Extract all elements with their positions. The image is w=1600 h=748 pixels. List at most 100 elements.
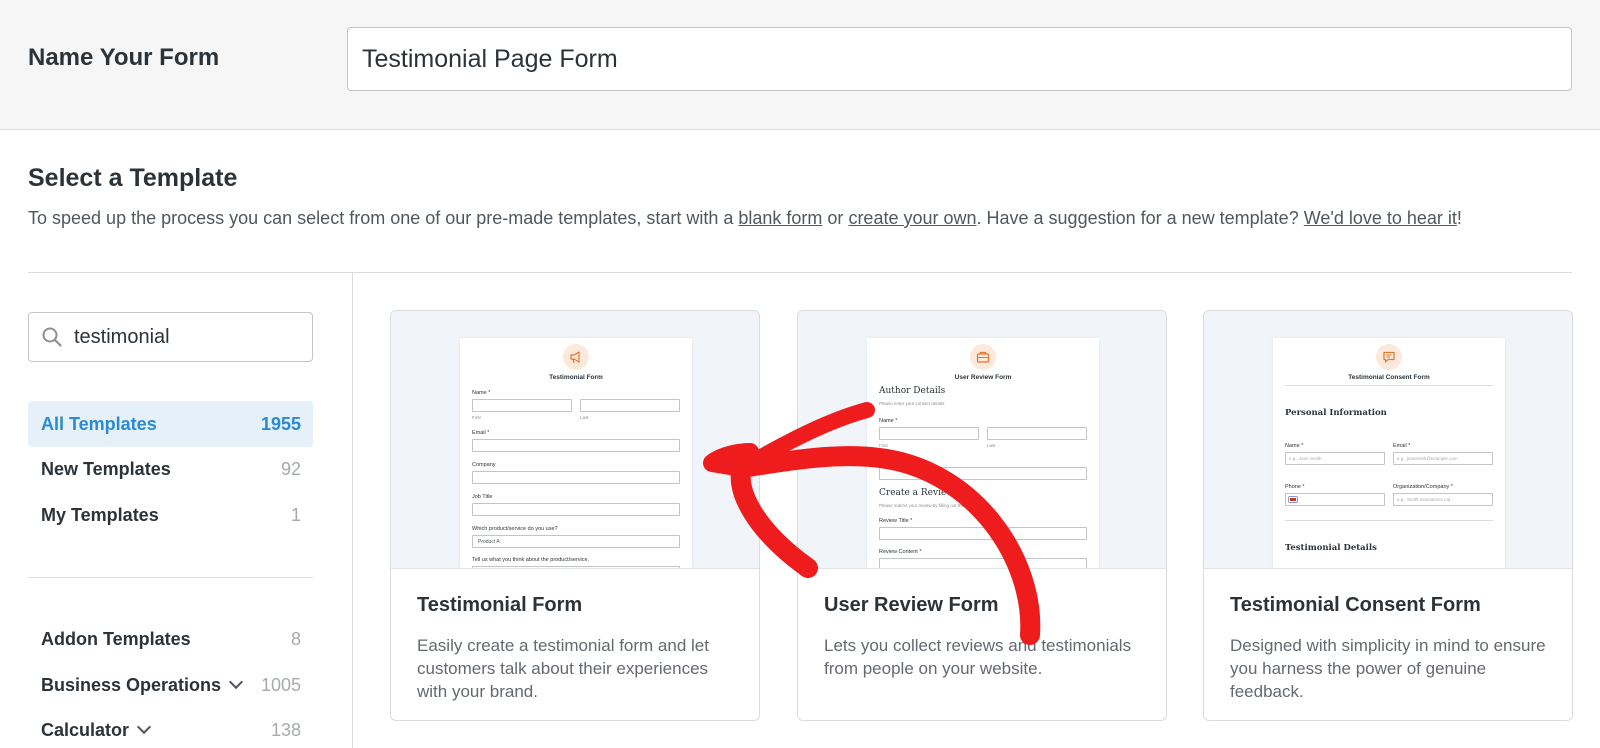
category-count: 92 <box>280 459 301 479</box>
preview-field <box>472 566 680 568</box>
template-description: Easily create a testimonial form and let… <box>417 636 709 701</box>
template-card-testimonial-consent-form[interactable]: Testimonial Consent Form Personal Inform… <box>1203 310 1573 721</box>
preview-divider <box>1285 385 1493 386</box>
preview-title: User Review Form <box>954 374 1012 381</box>
category-business-operations[interactable]: Business Operations 1005 <box>28 662 313 708</box>
category-label: Business Operations <box>41 675 222 695</box>
template-description: Designed with simplicity in mind to ensu… <box>1230 636 1546 701</box>
template-title: User Review Form <box>824 594 999 616</box>
template-title: Testimonial Consent Form <box>1230 594 1481 616</box>
preview-label: Tell us what you think about the product… <box>472 557 590 563</box>
preview-label: Name * <box>1285 443 1304 449</box>
category-new-templates[interactable]: New Templates 92 <box>28 446 313 492</box>
template-title: Testimonial Form <box>417 594 583 616</box>
preview-placeholder: e.g., Jane Smith <box>1289 456 1322 461</box>
preview-sublabel: Last <box>580 415 589 420</box>
description-text: or <box>822 208 849 228</box>
preview-title: Testimonial Consent Form <box>1348 374 1430 381</box>
preview-field <box>472 399 572 412</box>
preview-field <box>879 427 979 440</box>
preview-label: Review Title * <box>879 518 913 524</box>
preview-select: Product A <box>472 535 680 548</box>
preview-sublabel: First <box>472 415 481 420</box>
preview-field <box>879 467 1087 480</box>
suggest-template-link[interactable]: We'd love to hear it <box>1304 208 1457 228</box>
chevron-down-icon[interactable] <box>136 719 152 735</box>
form-name-bar: Name Your Form <box>0 0 1600 130</box>
preview-heading: Author Details <box>879 386 946 396</box>
preview-label: Email * <box>879 458 897 464</box>
category-label: All Templates <box>41 414 157 434</box>
category-calculator[interactable]: Calculator 138 <box>28 707 313 748</box>
preview-sublabel: First <box>879 443 888 448</box>
preview-label: Email * <box>472 430 490 436</box>
preview-label: Which product/service do you use? <box>472 526 558 532</box>
megaphone-icon <box>563 344 589 370</box>
chat-icon <box>1376 344 1402 370</box>
template-card-user-review-form[interactable]: User Review Form Author Details Please e… <box>797 310 1167 721</box>
sidebar-divider <box>352 273 353 748</box>
category-count: 1 <box>290 505 301 525</box>
template-search-input[interactable] <box>74 313 304 361</box>
category-all-templates[interactable]: All Templates 1955 <box>28 401 313 447</box>
category-label: New Templates <box>41 459 171 479</box>
search-icon <box>42 327 62 347</box>
preview-label: Name * <box>879 418 898 424</box>
category-count: 1005 <box>260 675 301 695</box>
description-text: . Have a suggestion for a new template? <box>976 208 1304 228</box>
create-your-own-link[interactable]: create your own <box>848 208 976 228</box>
category-label: Calculator <box>41 720 130 740</box>
description-text: To speed up the process you can select f… <box>28 208 739 228</box>
category-count: 1955 <box>260 414 301 434</box>
template-description: Lets you collect reviews and testimonial… <box>824 636 1132 678</box>
preview-field <box>879 527 1087 540</box>
category-label: Addon Templates <box>41 629 191 649</box>
preview-label: Phone * <box>1285 484 1305 490</box>
flag-icon <box>1289 497 1297 502</box>
template-card-testimonial-form[interactable]: Testimonial Form Name * First Last Email… <box>390 310 760 721</box>
select-template-title: Select a Template <box>28 164 238 192</box>
blank-form-link[interactable]: blank form <box>738 208 822 228</box>
form-name-input[interactable] <box>347 27 1572 91</box>
category-my-templates[interactable]: My Templates 1 <box>28 492 313 538</box>
preview-label: Job Title <box>472 494 493 500</box>
chevron-down-icon[interactable] <box>228 674 244 690</box>
template-search-box[interactable] <box>28 312 313 362</box>
preview-sublabel: Last <box>987 443 996 448</box>
preview-divider <box>1285 520 1493 521</box>
preview-label: Company <box>472 462 496 468</box>
sidebar-separator <box>28 577 313 578</box>
preview-field <box>472 439 680 452</box>
preview-form-paper: User Review Form Author Details Please e… <box>867 338 1099 568</box>
description-text: ! <box>1456 208 1462 228</box>
preview-placeholder: e.g., Smith Innovations Ltd. <box>1397 497 1452 502</box>
template-preview: User Review Form Author Details Please e… <box>798 311 1166 569</box>
preview-label: Email * <box>1393 443 1411 449</box>
preview-sublabel: Please submit your review by filling out… <box>879 503 990 508</box>
preview-label: Organization/Company * <box>1393 484 1453 490</box>
template-preview: Testimonial Form Name * First Last Email… <box>391 311 759 569</box>
category-count: 8 <box>290 629 301 649</box>
preview-form-paper: Testimonial Consent Form Personal Inform… <box>1273 338 1505 568</box>
template-preview: Testimonial Consent Form Personal Inform… <box>1204 311 1572 569</box>
select-template-description: To speed up the process you can select f… <box>28 208 1462 229</box>
preview-field <box>879 558 1087 568</box>
preview-label: Name * <box>472 390 491 396</box>
preview-field <box>1285 493 1385 506</box>
preview-sublabel: Please enter your contact details. <box>879 401 946 406</box>
form-name-label: Name Your Form <box>28 44 220 71</box>
category-addon-templates[interactable]: Addon Templates 8 <box>28 616 313 662</box>
preview-heading: Create a Review <box>879 488 955 498</box>
section-divider <box>28 272 1572 273</box>
preview-field <box>472 471 680 484</box>
briefcase-icon <box>970 344 996 370</box>
preview-title: Testimonial Form <box>549 374 603 381</box>
preview-field <box>580 399 680 412</box>
preview-field <box>472 503 680 516</box>
preview-heading: Testimonial Details <box>1285 543 1377 553</box>
preview-label: Review Content * <box>879 549 922 555</box>
preview-placeholder: e.g., janesmith@example.com <box>1397 456 1458 461</box>
preview-form-paper: Testimonial Form Name * First Last Email… <box>460 338 692 568</box>
category-count: 138 <box>270 720 301 740</box>
category-label: My Templates <box>41 505 159 525</box>
